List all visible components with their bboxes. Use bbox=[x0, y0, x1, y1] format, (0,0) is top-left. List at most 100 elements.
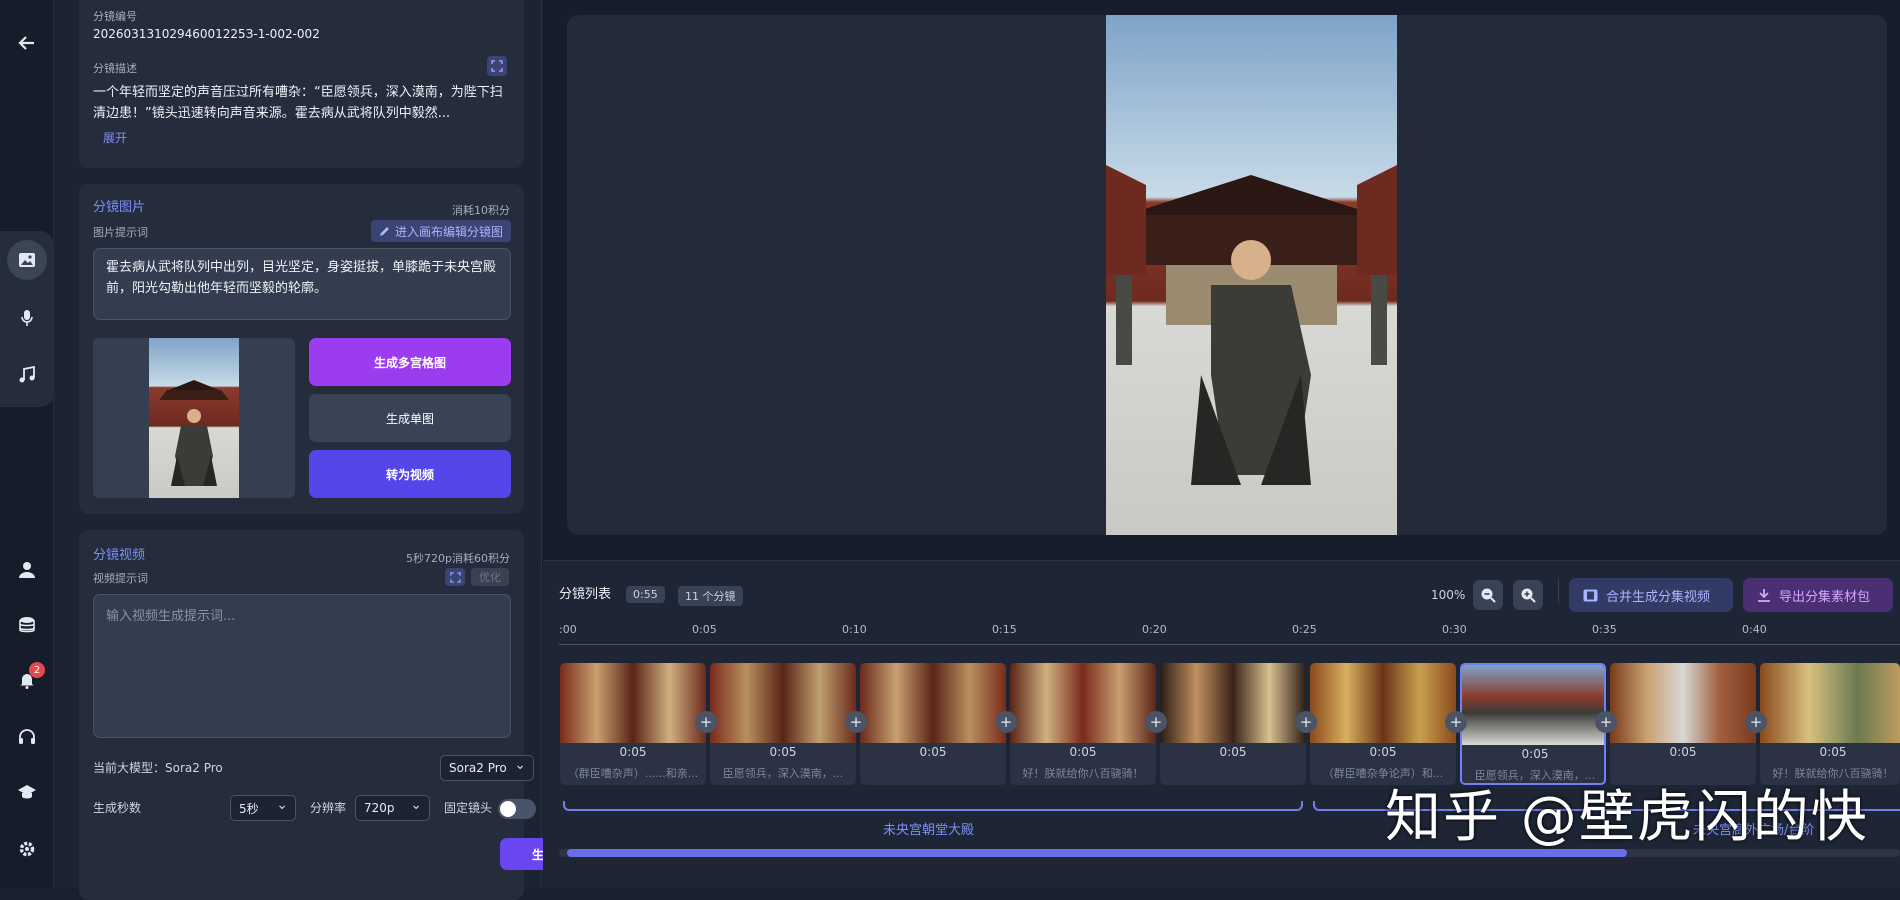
expand-link[interactable]: 展开 bbox=[103, 128, 127, 148]
clip-thumbnail bbox=[560, 663, 706, 743]
image-prompt-textarea[interactable]: 霍去病从武将队列中出列，目光坚定，身姿挺拔，单膝跪于未央宫殿前，阳光勾勒出他年轻… bbox=[93, 248, 511, 320]
image-cost: 消耗10积分 bbox=[452, 204, 510, 217]
merge-video-button[interactable]: 合并生成分集视频 bbox=[1569, 578, 1733, 612]
insert-clip-button[interactable]: + bbox=[1145, 711, 1167, 733]
duration-select[interactable]: 5秒 bbox=[230, 795, 296, 821]
export-assets-button[interactable]: 导出分集素材包 bbox=[1743, 578, 1893, 612]
preview-image[interactable] bbox=[1106, 15, 1397, 535]
insert-clip-button[interactable]: + bbox=[995, 711, 1017, 733]
insert-clip-button[interactable]: + bbox=[1745, 711, 1767, 733]
fullscreen-icon[interactable] bbox=[487, 56, 507, 76]
resolution-select[interactable]: 720p bbox=[355, 795, 430, 821]
tick-label: 0:20 bbox=[1142, 623, 1167, 636]
shot-image-card: 分镜图片 消耗10积分 图片提示词 进入画布编辑分镜图 霍去病从武将队列中出列，… bbox=[79, 184, 524, 514]
shot-video-card: 分镜视频 5秒720p消耗60积分 视频提示词 优化 输入视频生成提示词... … bbox=[79, 530, 588, 900]
clip-duration: 0:05 bbox=[1669, 745, 1697, 759]
generate-single-button[interactable]: 生成单图 bbox=[309, 394, 511, 442]
resolution-select-value: 720p bbox=[364, 801, 395, 815]
video-card-title: 分镜视频 bbox=[93, 548, 146, 563]
clip-3[interactable]: 0:05 bbox=[860, 663, 1006, 785]
canvas-edit-button[interactable]: 进入画布编辑分镜图 bbox=[371, 220, 511, 242]
convert-video-button[interactable]: 转为视频 bbox=[309, 450, 511, 498]
shot-thumbnail-image[interactable] bbox=[149, 338, 239, 498]
model-label: 当前大模型：Sora2 Pro bbox=[93, 761, 223, 775]
shot-desc-label: 分镜描述 bbox=[93, 62, 137, 75]
graduation-cap-icon[interactable] bbox=[12, 777, 42, 807]
back-arrow-icon[interactable] bbox=[12, 28, 42, 58]
clip-caption: 臣愿领兵，深入漠南，... bbox=[722, 767, 844, 780]
clip-duration: 0:05 bbox=[1521, 747, 1549, 761]
tick-label: 0:25 bbox=[1292, 623, 1317, 636]
pencil-icon bbox=[379, 226, 389, 236]
model-select[interactable]: Sora2 Pro bbox=[440, 755, 534, 781]
gear-icon[interactable] bbox=[12, 834, 42, 864]
notification-badge: 2 bbox=[29, 662, 45, 678]
clip-thumbnail bbox=[1160, 663, 1306, 743]
watermark: 知乎 @壁虎闪的快 bbox=[1385, 785, 1869, 850]
scene-label: 未央宫朝堂大殿 bbox=[883, 823, 975, 838]
toolbar-divider bbox=[1558, 579, 1559, 603]
insert-clip-button[interactable]: + bbox=[1295, 711, 1317, 733]
time-ruler: :00 0:05 0:10 0:15 0:20 0:25 0:30 0:35 0… bbox=[559, 623, 1900, 645]
shot-count-chip: 11 个分镜 bbox=[678, 586, 743, 606]
total-duration-chip: 0:55 bbox=[626, 586, 665, 603]
preview-stage bbox=[567, 15, 1887, 535]
scene-bracket bbox=[563, 801, 1303, 811]
download-icon bbox=[1758, 589, 1770, 602]
clip-duration: 0:05 bbox=[919, 745, 947, 759]
tick-label: 0:15 bbox=[992, 623, 1017, 636]
clip-6[interactable]: 0:05 （群臣嘈杂争论声）和... bbox=[1310, 663, 1456, 785]
optimize-button[interactable]: 优化 bbox=[471, 568, 509, 586]
model-select-value: Sora2 Pro bbox=[449, 761, 507, 775]
clip-4[interactable]: 0:05 好！朕就给你八百骁骑！ bbox=[1010, 663, 1156, 785]
clip-caption: 好！朕就给你八百骁骑！ bbox=[1022, 767, 1144, 780]
video-fullscreen-icon[interactable] bbox=[445, 568, 465, 586]
music-note-icon[interactable] bbox=[12, 360, 42, 390]
insert-clip-button[interactable]: + bbox=[695, 711, 717, 733]
image-icon[interactable] bbox=[12, 245, 42, 275]
duration-select-value: 5秒 bbox=[239, 801, 259, 816]
clip-duration: 0:05 bbox=[769, 745, 797, 759]
video-cost: 5秒720p消耗60积分 bbox=[406, 552, 510, 565]
image-card-title: 分镜图片 bbox=[93, 200, 146, 215]
clip-duration: 0:05 bbox=[1369, 745, 1397, 759]
clip-thumbnail bbox=[710, 663, 856, 743]
headset-icon[interactable] bbox=[12, 722, 42, 752]
clip-5[interactable]: 0:05 bbox=[1160, 663, 1306, 785]
clip-1[interactable]: 0:05 （群臣嘈杂声）......和亲... bbox=[560, 663, 706, 785]
clip-thumbnail bbox=[1760, 663, 1900, 743]
insert-clip-button[interactable]: + bbox=[1445, 711, 1467, 733]
generate-grid-button[interactable]: 生成多宫格图 bbox=[309, 338, 511, 386]
clip-7-selected[interactable]: 0:05 臣愿领兵，深入漠南，... bbox=[1460, 663, 1606, 785]
clip-8[interactable]: 0:05 bbox=[1610, 663, 1756, 785]
clip-thumbnail bbox=[860, 663, 1006, 743]
insert-clip-button[interactable]: + bbox=[845, 711, 867, 733]
microphone-icon[interactable] bbox=[12, 303, 42, 333]
clip-duration: 0:05 bbox=[1069, 745, 1097, 759]
video-prompt-textarea[interactable]: 输入视频生成提示词... bbox=[93, 594, 511, 738]
zoom-out-icon[interactable] bbox=[1473, 580, 1503, 610]
insert-clip-button[interactable]: + bbox=[1595, 711, 1617, 733]
shot-id-value: 20260313102946001225З-1-002-002 bbox=[93, 27, 320, 41]
timeline-title: 分镜列表 bbox=[559, 587, 612, 602]
icon-rail: 2 bbox=[0, 0, 54, 888]
tick-label: 0:30 bbox=[1442, 623, 1467, 636]
merge-video-label: 合并生成分集视频 bbox=[1606, 589, 1711, 605]
clip-duration: 0:05 bbox=[619, 745, 647, 759]
coins-icon[interactable] bbox=[12, 610, 42, 640]
shot-id-label: 分镜编号 bbox=[93, 10, 137, 23]
clip-caption: （群臣嘈杂声）......和亲... bbox=[567, 767, 699, 780]
fixed-camera-toggle[interactable] bbox=[498, 799, 536, 819]
clip-2[interactable]: 0:05 臣愿领兵，深入漠南，... bbox=[710, 663, 856, 785]
clip-thumbnail bbox=[1610, 663, 1756, 743]
toggle-knob bbox=[500, 801, 516, 817]
clip-9[interactable]: 0:05 好！朕就给你八百骁骑！ bbox=[1760, 663, 1900, 785]
zoom-in-icon[interactable] bbox=[1513, 580, 1543, 610]
video-prompt-label: 视频提示词 bbox=[93, 572, 148, 585]
user-icon[interactable] bbox=[12, 555, 42, 585]
clip-thumbnail bbox=[1462, 665, 1604, 745]
film-icon bbox=[1583, 589, 1598, 601]
clip-duration: 0:05 bbox=[1819, 745, 1847, 759]
resolution-label: 分辨率 bbox=[310, 801, 347, 815]
shot-editor-panel: 分镜编号 20260313102946001225З-1-002-002 分镜描… bbox=[54, 0, 588, 900]
